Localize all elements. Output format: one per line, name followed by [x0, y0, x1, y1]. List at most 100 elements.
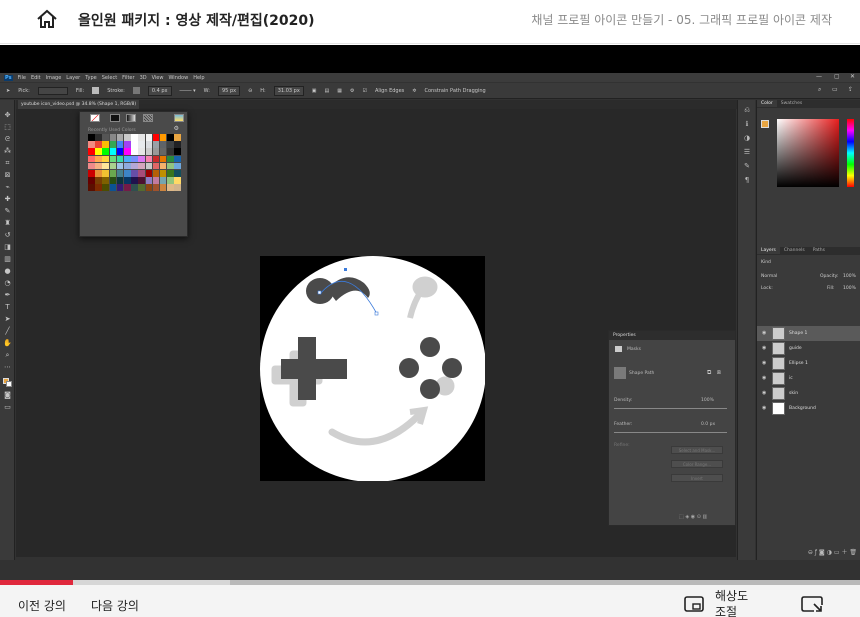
fill-swatch[interactable]	[92, 87, 100, 94]
feather-value[interactable]: 0.0 px	[701, 422, 715, 427]
color-swatch[interactable]	[116, 141, 124, 148]
density-slider[interactable]	[614, 408, 727, 409]
share-icon[interactable]: ⇪	[848, 86, 853, 93]
layer-row[interactable]: ◉ Ellipse 1	[757, 356, 860, 371]
color-swatch[interactable]	[131, 162, 138, 170]
layer-filter-kind[interactable]: Kind	[761, 260, 771, 265]
gradient-button[interactable]	[126, 114, 136, 122]
layer-row[interactable]: ◉ Background	[757, 401, 860, 416]
color-swatch[interactable]	[138, 134, 145, 141]
color-swatch[interactable]	[116, 169, 124, 177]
color-swatch[interactable]	[109, 155, 117, 163]
color-swatch[interactable]	[102, 162, 109, 170]
color-swatch[interactable]	[159, 141, 167, 148]
doc-tab[interactable]: youtube icon_video.psd @ 34.8% (Shape 1,…	[18, 100, 140, 109]
no-color-button[interactable]	[90, 114, 100, 122]
color-swatches[interactable]	[3, 378, 12, 387]
color-swatch[interactable]	[174, 169, 181, 177]
color-swatch[interactable]	[102, 134, 109, 141]
color-swatch[interactable]	[174, 134, 181, 141]
color-swatch[interactable]	[138, 169, 145, 177]
tab-swatches[interactable]: Swatches	[777, 100, 807, 107]
color-swatch[interactable]	[95, 162, 102, 170]
menu-item[interactable]: Layer	[66, 75, 80, 81]
color-swatch[interactable]	[145, 184, 153, 191]
home-icon[interactable]	[36, 8, 58, 30]
menu-item[interactable]: Image	[46, 75, 62, 81]
color-swatch[interactable]	[159, 162, 167, 170]
color-swatch[interactable]	[95, 169, 102, 177]
tab-paths[interactable]: Paths	[809, 247, 829, 254]
color-swatch[interactable]	[123, 141, 131, 148]
color-swatch[interactable]	[145, 162, 153, 170]
color-swatch[interactable]	[102, 148, 109, 155]
marquee-tool-icon[interactable]: ⬚	[3, 124, 12, 131]
magic-wand-icon[interactable]: ⁂	[3, 148, 12, 155]
color-swatch[interactable]	[159, 155, 167, 163]
color-swatch[interactable]	[159, 134, 167, 141]
visibility-eye-icon[interactable]: ◉	[762, 360, 766, 366]
stroke-style[interactable]: ──── ▾	[180, 88, 196, 94]
color-swatch[interactable]	[174, 177, 181, 184]
tab-layers[interactable]: Layers	[757, 247, 780, 254]
color-swatch[interactable]	[167, 177, 174, 184]
adjustment-layer-icon[interactable]: ◑	[827, 549, 832, 556]
pixel-mask-icon[interactable]: ⧉	[707, 369, 711, 377]
blur-tool-icon[interactable]: ●	[3, 268, 12, 275]
video-player[interactable]: Ps File Edit Image Layer Type Select Filter 3D V…	[0, 45, 860, 600]
color-swatch[interactable]	[152, 169, 160, 177]
color-range-button[interactable]: Color Range...	[671, 460, 723, 468]
blend-mode-select[interactable]: Normal	[761, 274, 777, 279]
group-icon[interactable]: ▭	[834, 549, 840, 556]
color-swatch[interactable]	[145, 134, 153, 141]
color-swatch[interactable]	[145, 169, 153, 177]
color-swatch[interactable]	[88, 141, 95, 148]
settings-icon[interactable]: ✲	[412, 88, 416, 94]
workspace-icon[interactable]: ▭	[832, 86, 838, 93]
color-swatch[interactable]	[95, 155, 102, 163]
layer-row[interactable]: ◉ skin	[757, 386, 860, 401]
path-arrange-icon[interactable]: ▦	[337, 88, 342, 94]
visibility-eye-icon[interactable]: ◉	[762, 345, 766, 351]
color-swatch[interactable]	[123, 162, 131, 170]
maximize-icon[interactable]: ▢	[834, 73, 840, 80]
shape-select[interactable]	[37, 86, 68, 95]
menu-item[interactable]: Select	[102, 75, 117, 81]
pattern-button[interactable]	[143, 114, 153, 122]
color-swatch[interactable]	[88, 155, 95, 163]
menu-item[interactable]: View	[152, 75, 164, 81]
mask-icon[interactable]: ◙	[819, 549, 825, 556]
link-layers-icon[interactable]: ⊖	[808, 549, 813, 556]
color-swatch[interactable]	[174, 184, 181, 191]
color-swatch[interactable]	[152, 177, 160, 184]
resolution-icon[interactable]	[684, 596, 704, 612]
tab-color[interactable]: Color	[757, 100, 777, 107]
resolution-button[interactable]: 해상도 조절	[715, 588, 755, 617]
move-tool-icon[interactable]: ➤	[6, 88, 10, 94]
paragraph-icon[interactable]: ¶	[743, 176, 751, 184]
color-swatch[interactable]	[167, 184, 174, 191]
color-swatch[interactable]	[123, 184, 131, 191]
color-swatch[interactable]	[116, 184, 124, 191]
color-swatch[interactable]	[109, 169, 117, 177]
move-tool-icon[interactable]: ✥	[3, 112, 12, 119]
trash-icon[interactable]: 🗑	[849, 549, 857, 556]
color-swatch[interactable]	[159, 177, 167, 184]
minimize-icon[interactable]: —	[816, 73, 822, 80]
fill-field[interactable]: 100%	[843, 286, 856, 291]
color-swatch[interactable]	[95, 148, 102, 155]
color-swatch[interactable]	[159, 184, 167, 191]
color-swatch[interactable]	[152, 162, 160, 170]
gear-icon[interactable]: ⚙	[350, 88, 354, 94]
color-swatch[interactable]	[131, 134, 138, 141]
layer-row[interactable]: ◉ ic	[757, 371, 860, 386]
stroke-swatch[interactable]	[132, 87, 140, 94]
color-swatch[interactable]	[138, 162, 145, 170]
color-swatch[interactable]	[152, 141, 160, 148]
color-swatch[interactable]	[145, 155, 153, 163]
color-swatch[interactable]	[95, 184, 102, 191]
brush-settings-icon[interactable]: ✎	[743, 162, 751, 170]
menu-item[interactable]: Type	[85, 75, 96, 81]
w-field[interactable]: 95 px	[218, 85, 241, 96]
color-swatch[interactable]	[131, 155, 138, 163]
